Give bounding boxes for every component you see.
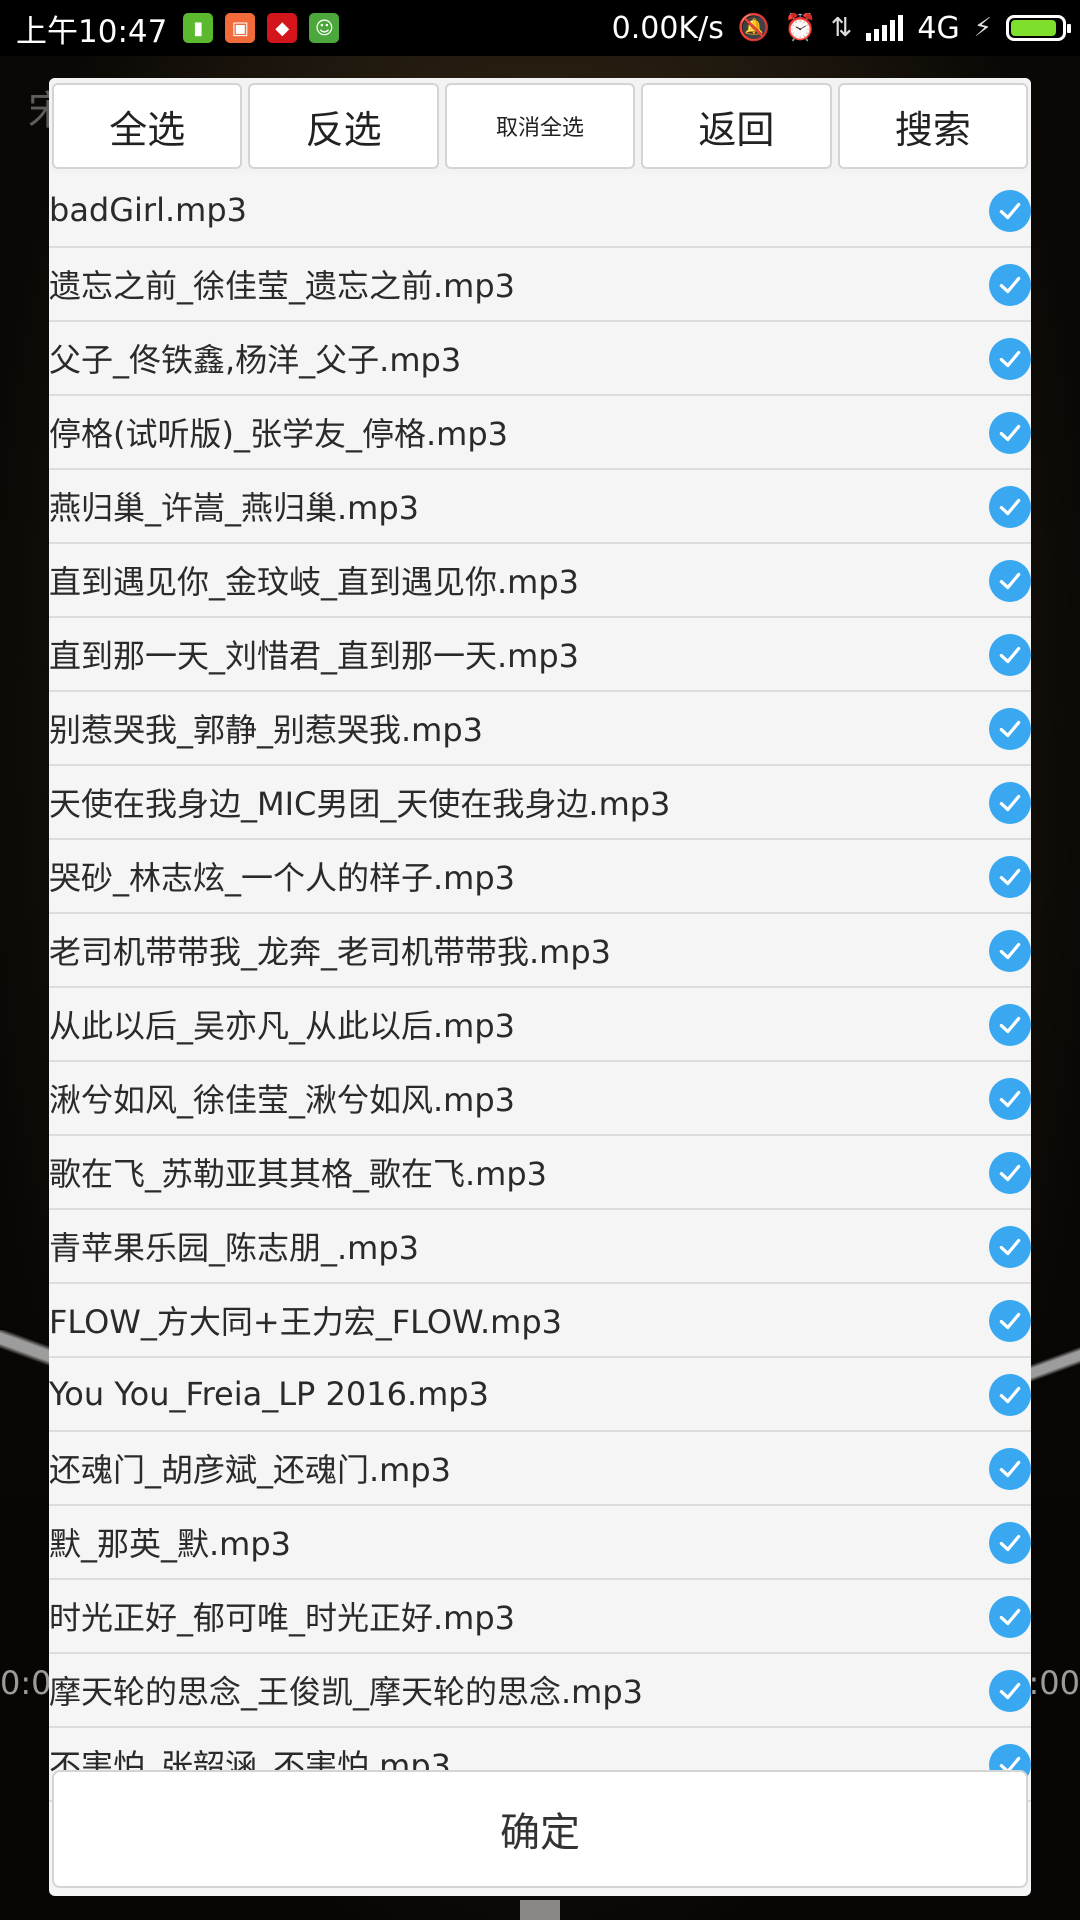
file-list-item[interactable]: You You_Freia_LP 2016.mp3 bbox=[49, 1358, 1031, 1432]
checkmark-icon[interactable] bbox=[989, 1152, 1031, 1194]
background-total-time: :00 bbox=[1028, 1664, 1080, 1702]
file-list-item[interactable]: badGirl.mp3 bbox=[49, 174, 1031, 248]
checkmark-icon[interactable] bbox=[989, 1522, 1031, 1564]
checkmark-icon[interactable] bbox=[989, 486, 1031, 528]
file-name-label: 湫兮如风_徐佳莹_湫兮如风.mp3 bbox=[49, 1081, 516, 1119]
file-name-label: 歌在飞_苏勒亚其其格_歌在飞.mp3 bbox=[49, 1155, 548, 1193]
file-name-label: 燕归巢_许嵩_燕归巢.mp3 bbox=[49, 489, 420, 527]
file-name-label: 停格(试听版)_张学友_停格.mp3 bbox=[49, 415, 508, 453]
checkmark-icon[interactable] bbox=[989, 708, 1031, 750]
checkmark-icon[interactable] bbox=[989, 1596, 1031, 1638]
mute-bell-icon: 🔕 bbox=[737, 13, 771, 43]
file-name-label: badGirl.mp3 bbox=[49, 191, 247, 229]
file-list-item[interactable]: 父子_佟铁鑫,杨洋_父子.mp3 bbox=[49, 322, 1031, 396]
checkmark-icon[interactable] bbox=[989, 1670, 1031, 1712]
select-all-button[interactable]: 全选 bbox=[52, 83, 243, 169]
search-button[interactable]: 搜索 bbox=[837, 83, 1029, 169]
file-name-label: 老司机带带我_龙奔_老司机带带我.mp3 bbox=[49, 933, 612, 971]
file-list-item[interactable]: 从此以后_吴亦凡_从此以后.mp3 bbox=[49, 988, 1031, 1062]
battery-level-fill bbox=[1011, 20, 1056, 36]
data-transfer-icon: ⇅ bbox=[830, 13, 853, 43]
file-list-item[interactable]: 哭砂_林志炫_一个人的样子.mp3 bbox=[49, 840, 1031, 914]
file-list-item[interactable]: 青苹果乐园_陈志朋_.mp3 bbox=[49, 1210, 1031, 1284]
notification-icons: ▮ ▣ ◆ ☺ bbox=[183, 13, 340, 43]
checkmark-icon[interactable] bbox=[989, 1078, 1031, 1120]
checkmark-icon[interactable] bbox=[989, 1448, 1031, 1490]
checkmark-icon[interactable] bbox=[989, 930, 1031, 972]
file-name-label: 遗忘之前_徐佳莹_遗忘之前.mp3 bbox=[49, 267, 516, 305]
invert-selection-button[interactable]: 反选 bbox=[248, 83, 439, 169]
checkmark-icon[interactable] bbox=[989, 412, 1031, 454]
file-list-item[interactable]: 燕归巢_许嵩_燕归巢.mp3 bbox=[49, 470, 1031, 544]
file-name-label: 还魂门_胡彦斌_还魂门.mp3 bbox=[49, 1451, 452, 1489]
file-name-label: 摩天轮的思念_王俊凯_摩天轮的思念.mp3 bbox=[49, 1673, 644, 1711]
file-list-item[interactable]: 歌在飞_苏勒亚其其格_歌在飞.mp3 bbox=[49, 1136, 1031, 1210]
file-list-item[interactable]: FLOW_方大同+王力宏_FLOW.mp3 bbox=[49, 1284, 1031, 1358]
android-robot-icon: ☺ bbox=[309, 13, 340, 43]
signal-strength-icon bbox=[866, 15, 904, 41]
file-name-label: 时光正好_郁可唯_时光正好.mp3 bbox=[49, 1599, 516, 1637]
file-list-item[interactable]: 直到那一天_刘惜君_直到那一天.mp3 bbox=[49, 618, 1031, 692]
battery-icon bbox=[1006, 15, 1071, 41]
file-list-item[interactable]: 直到遇见你_金玟岐_直到遇见你.mp3 bbox=[49, 544, 1031, 618]
checkmark-icon[interactable] bbox=[989, 856, 1031, 898]
dialog-toolbar: 全选 反选 取消全选 返回 搜索 bbox=[49, 78, 1031, 178]
checkmark-icon[interactable] bbox=[989, 1300, 1031, 1342]
background-road-marker bbox=[520, 1900, 560, 1920]
file-select-dialog: 全选 反选 取消全选 返回 搜索 badGirl.mp3 遗忘之前_徐佳莹_遗忘之… bbox=[49, 78, 1031, 1896]
network-type: 4G bbox=[917, 10, 960, 46]
file-list-item[interactable]: 停格(试听版)_张学友_停格.mp3 bbox=[49, 396, 1031, 470]
file-name-label: 直到遇见你_金玟岐_直到遇见你.mp3 bbox=[49, 563, 580, 601]
file-name-label: 父子_佟铁鑫,杨洋_父子.mp3 bbox=[49, 341, 462, 379]
checkmark-icon[interactable] bbox=[989, 782, 1031, 824]
file-list-item[interactable]: 老司机带带我_龙奔_老司机带带我.mp3 bbox=[49, 914, 1031, 988]
checkmark-icon[interactable] bbox=[989, 1226, 1031, 1268]
file-name-label: FLOW_方大同+王力宏_FLOW.mp3 bbox=[49, 1303, 563, 1341]
status-bar: 上午10:47 ▮ ▣ ◆ ☺ 0.00K/s 🔕 ⏰ ⇅ 4G ⚡ bbox=[0, 0, 1080, 56]
network-speed: 0.00K/s bbox=[611, 10, 724, 46]
back-button[interactable]: 返回 bbox=[641, 83, 832, 169]
checkmark-icon[interactable] bbox=[989, 560, 1031, 602]
file-list-item[interactable]: 湫兮如风_徐佳莹_湫兮如风.mp3 bbox=[49, 1062, 1031, 1136]
mi-store-icon: ▣ bbox=[225, 13, 256, 43]
status-right-group: 0.00K/s 🔕 ⏰ ⇅ 4G ⚡ bbox=[611, 10, 1071, 46]
file-name-label: 哭砂_林志炫_一个人的样子.mp3 bbox=[49, 859, 516, 897]
file-name-label: You You_Freia_LP 2016.mp3 bbox=[49, 1375, 489, 1413]
checkmark-icon[interactable] bbox=[989, 1374, 1031, 1416]
sim-card-icon: ▮ bbox=[183, 13, 214, 43]
checkmark-icon[interactable] bbox=[989, 338, 1031, 380]
file-list-item[interactable]: 还魂门_胡彦斌_还魂门.mp3 bbox=[49, 1432, 1031, 1506]
file-name-label: 天使在我身边_MIC男团_天使在我身边.mp3 bbox=[49, 785, 671, 823]
alarm-clock-icon: ⏰ bbox=[784, 13, 817, 43]
status-time: 上午10:47 bbox=[16, 13, 168, 50]
background-elapsed-time: 0:0 bbox=[0, 1664, 52, 1702]
checkmark-icon[interactable] bbox=[989, 1004, 1031, 1046]
file-name-label: 别惹哭我_郭静_别惹哭我.mp3 bbox=[49, 711, 484, 749]
file-list-item[interactable]: 摩天轮的思念_王俊凯_摩天轮的思念.mp3 bbox=[49, 1654, 1031, 1728]
jd-app-icon: ◆ bbox=[267, 13, 298, 43]
file-name-label: 直到那一天_刘惜君_直到那一天.mp3 bbox=[49, 637, 580, 675]
file-name-label: 青苹果乐园_陈志朋_.mp3 bbox=[49, 1229, 420, 1267]
file-name-label: 从此以后_吴亦凡_从此以后.mp3 bbox=[49, 1007, 516, 1045]
file-list-item[interactable]: 遗忘之前_徐佳莹_遗忘之前.mp3 bbox=[49, 248, 1031, 322]
file-list-item[interactable]: 时光正好_郁可唯_时光正好.mp3 bbox=[49, 1580, 1031, 1654]
charging-bolt-icon: ⚡ bbox=[973, 13, 992, 43]
file-list[interactable]: badGirl.mp3 遗忘之前_徐佳莹_遗忘之前.mp3 父子_佟铁鑫,杨洋_父子… bbox=[49, 174, 1031, 1846]
checkmark-icon[interactable] bbox=[989, 264, 1031, 306]
confirm-button[interactable]: 确定 bbox=[52, 1770, 1028, 1888]
deselect-all-button[interactable]: 取消全选 bbox=[444, 83, 636, 169]
file-list-item[interactable]: 默_那英_默.mp3 bbox=[49, 1506, 1031, 1580]
file-list-item[interactable]: 天使在我身边_MIC男团_天使在我身边.mp3 bbox=[49, 766, 1031, 840]
file-list-item[interactable]: 别惹哭我_郭静_别惹哭我.mp3 bbox=[49, 692, 1031, 766]
checkmark-icon[interactable] bbox=[989, 190, 1031, 232]
checkmark-icon[interactable] bbox=[989, 634, 1031, 676]
file-name-label: 默_那英_默.mp3 bbox=[49, 1525, 292, 1563]
